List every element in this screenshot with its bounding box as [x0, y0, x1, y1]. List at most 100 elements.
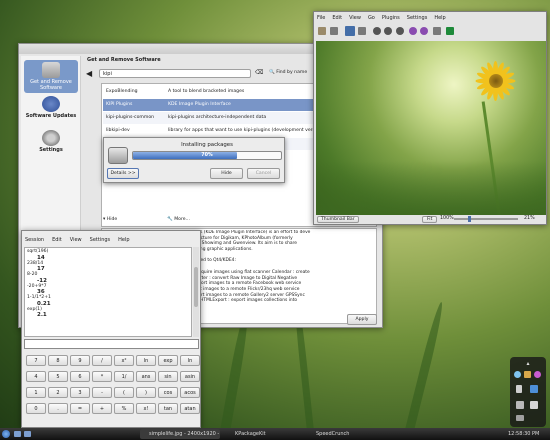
updates-icon	[42, 96, 60, 112]
task-kpackagekit[interactable]: KPackageKit	[226, 429, 304, 439]
calc-key[interactable]: exp	[158, 355, 178, 366]
calc-key[interactable]: 1	[26, 387, 46, 398]
pager-icon[interactable]	[24, 431, 31, 437]
fit-button[interactable]: Fit	[422, 216, 438, 223]
apply-button[interactable]: Apply	[347, 314, 377, 325]
more-button[interactable]: 🔧 More...	[167, 217, 190, 222]
calc-key[interactable]: ln	[136, 355, 156, 366]
rotate-left-icon[interactable]	[409, 27, 417, 35]
search-input[interactable]: kipi	[99, 69, 251, 78]
calc-key[interactable]: 5	[48, 371, 68, 382]
calc-key[interactable]: 9	[70, 355, 90, 366]
calc-key[interactable]: ans	[136, 371, 156, 382]
weather-icon[interactable]	[514, 371, 521, 378]
sidebar-item-label: Settings	[39, 147, 63, 153]
calc-key[interactable]: atan	[180, 403, 200, 414]
calc-key[interactable]: 8	[48, 355, 68, 366]
folder-icon[interactable]	[330, 27, 338, 35]
sidebar-item-settings[interactable]: Settings	[24, 128, 78, 161]
home-icon[interactable]	[318, 27, 326, 35]
task-image-viewer[interactable]: simplelife.jpg - 2400x1920 -	[140, 429, 220, 439]
menu-item-plugins[interactable]: Plugins	[382, 15, 400, 21]
task-label: KPackageKit	[235, 431, 266, 437]
desktop-icon[interactable]	[14, 431, 21, 437]
zoom-slider[interactable]	[454, 216, 518, 222]
details-button[interactable]: Details >>	[107, 168, 139, 179]
hide-details-button[interactable]: ▾ Hide	[103, 217, 117, 222]
calc-key[interactable]: ln	[180, 355, 200, 366]
calc-key[interactable]: 3	[70, 387, 90, 398]
calc-key[interactable]: %	[114, 403, 134, 414]
calc-key[interactable]: x!	[136, 403, 156, 414]
package-desc: KDE Image Plugin Interface	[168, 102, 231, 107]
history-result: 2.1	[37, 312, 47, 318]
battery-icon[interactable]	[530, 401, 538, 409]
package-description: KIPI plugins (KDE Image Plugin Interface…	[177, 230, 377, 310]
menu-item-help[interactable]: Help	[434, 15, 445, 21]
calc-key[interactable]: 1/	[114, 371, 134, 382]
share-icon[interactable]	[446, 27, 454, 35]
notes-icon[interactable]	[524, 371, 531, 378]
menu-item-edit[interactable]: Edit	[332, 15, 342, 21]
network-icon[interactable]	[530, 385, 538, 393]
thumbnail-bar-toggle[interactable]: Thumbnail Bar	[317, 216, 359, 223]
menu-item-settings[interactable]: Settings	[407, 15, 428, 21]
menu-item-edit[interactable]: Edit	[52, 237, 62, 243]
calc-key[interactable]: .	[48, 403, 68, 414]
calc-key[interactable]: x²	[114, 355, 134, 366]
calc-key[interactable]: asin	[180, 371, 200, 382]
calc-key[interactable]: )	[136, 387, 156, 398]
previous-icon[interactable]	[373, 27, 381, 35]
image-view-icon[interactable]	[345, 26, 355, 36]
color-icon[interactable]	[534, 371, 541, 378]
cancel-button[interactable]: Cancel	[247, 168, 280, 179]
first-icon[interactable]	[396, 27, 404, 35]
back-arrow-icon[interactable]: ◀	[86, 70, 92, 78]
printer-icon[interactable]	[516, 415, 524, 421]
zoom-level: 100%	[440, 216, 454, 221]
history-scrollbar[interactable]	[193, 247, 199, 337]
calc-key[interactable]: -	[92, 387, 112, 398]
volume-icon[interactable]	[516, 385, 522, 393]
menu-item-file[interactable]: File	[317, 15, 325, 21]
clear-icon[interactable]: ⌫	[255, 69, 263, 76]
sidebar-item-updates[interactable]: Software Updates	[24, 94, 78, 127]
menu-item-view[interactable]: View	[70, 237, 82, 243]
calc-key[interactable]: 7	[26, 355, 46, 366]
rotate-right-icon[interactable]	[420, 27, 428, 35]
kde-menu-icon[interactable]	[2, 430, 10, 438]
bluetooth-icon[interactable]	[516, 401, 524, 409]
grid-icon[interactable]	[358, 27, 366, 35]
hide-button[interactable]: Hide	[210, 168, 243, 179]
find-by-name-menu[interactable]: 🔍 Find by name	[269, 70, 307, 75]
package-name: libkipi-dev	[106, 128, 130, 133]
calc-key[interactable]: =	[70, 403, 90, 414]
menu-item-go[interactable]: Go	[368, 15, 375, 21]
menu-item-settings[interactable]: Settings	[90, 237, 111, 243]
expression-input[interactable]	[24, 339, 199, 349]
calc-key[interactable]: 6	[70, 371, 90, 382]
menu-item-view[interactable]: View	[349, 15, 361, 21]
calc-key[interactable]: 0	[26, 403, 46, 414]
calc-key[interactable]: tan	[158, 403, 178, 414]
task-speedcrunch[interactable]: SpeedCrunch	[307, 429, 377, 439]
calc-key[interactable]: +	[92, 403, 112, 414]
calc-key[interactable]: *	[92, 371, 112, 382]
sidebar-item-get-remove[interactable]: Get and Remove Software	[24, 60, 78, 93]
calc-key[interactable]: 2	[48, 387, 68, 398]
calc-key[interactable]: (	[114, 387, 134, 398]
calc-key[interactable]: /	[92, 355, 112, 366]
system-tray: ▴	[510, 357, 546, 427]
sidebar-item-label: Software Updates	[25, 113, 77, 119]
zoom-icon[interactable]	[433, 27, 441, 35]
chevron-up-icon[interactable]: ▴	[523, 360, 533, 367]
package-name: ExpoBlending	[106, 89, 138, 94]
menu-item-session[interactable]: Session	[25, 237, 44, 243]
task-label: SpeedCrunch	[316, 431, 350, 437]
calc-key[interactable]: sin	[158, 371, 178, 382]
calc-key[interactable]: acos	[180, 387, 200, 398]
calc-key[interactable]: cos	[158, 387, 178, 398]
menu-item-help[interactable]: Help	[118, 237, 129, 243]
calc-key[interactable]: 4	[26, 371, 46, 382]
next-icon[interactable]	[384, 27, 392, 35]
